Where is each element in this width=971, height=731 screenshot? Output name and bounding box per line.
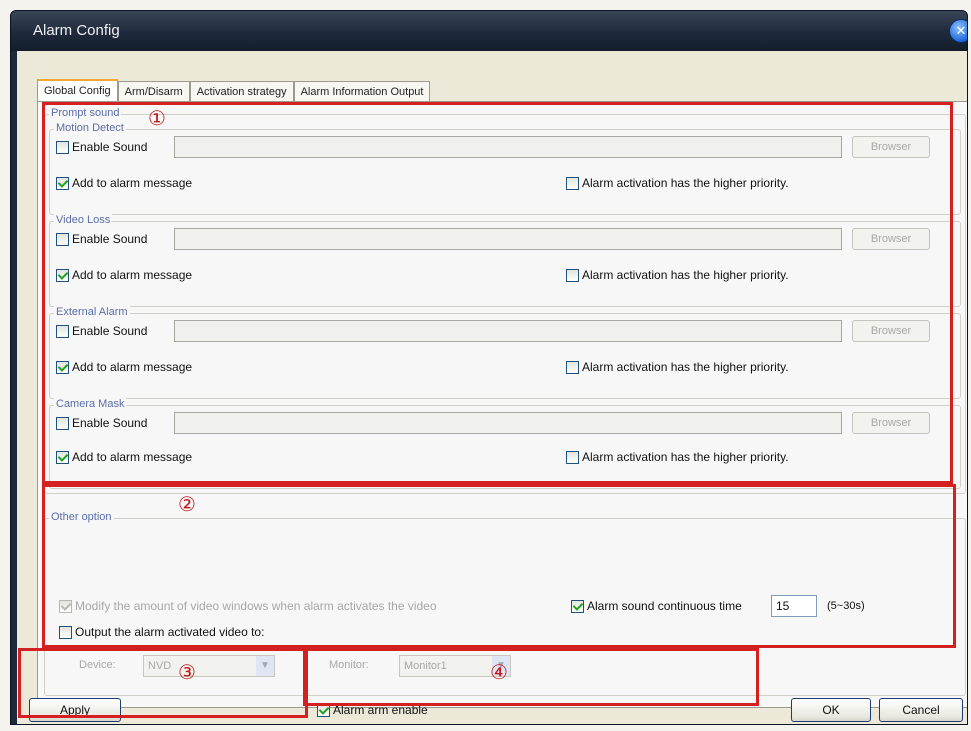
modify-video-windows-label: Modify the amount of video windows when … [75,599,437,613]
motion-enable-sound-checkbox[interactable]: Enable Sound [56,140,147,154]
checkbox-checked-icon[interactable] [56,450,69,464]
output-video-checkbox[interactable]: Output the alarm activated video to: [59,625,264,639]
motion-detect-legend: Motion Detect [54,122,126,134]
device-label: Device: [79,659,116,671]
apply-button[interactable]: Apply [29,698,121,722]
cancel-button[interactable]: Cancel [879,698,963,722]
modify-video-windows-checkbox[interactable]: Modify the amount of video windows when … [59,599,437,613]
checkbox-checked-icon[interactable] [56,176,69,190]
add-to-message-label: Add to alarm message [72,268,193,282]
window-title: Alarm Config [33,22,120,39]
enable-sound-label: Enable Sound [72,324,148,338]
motion-detect-group: Motion Detect Enable Sound Browser Add t… [49,122,961,215]
enable-sound-label: Enable Sound [72,416,148,430]
video-loss-legend: Video Loss [54,214,113,226]
alarm-sound-time-label: Alarm sound continuous time [587,599,742,613]
global-config-panel: Prompt sound Motion Detect Enable Sound … [37,101,967,708]
video-loss-group: Video Loss Enable Sound Browser Add to a… [49,214,961,307]
checkbox-icon[interactable] [566,360,579,374]
checkbox-icon[interactable] [56,232,69,246]
checkbox-icon[interactable] [56,324,69,338]
priority-label: Alarm activation has the higher priority… [582,176,789,190]
device-select[interactable]: NVD ▼ [143,655,275,677]
external-alarm-legend: External Alarm [54,306,130,318]
monitor-value: Monitor1 [404,660,447,672]
checkbox-checked-icon[interactable] [59,599,72,613]
mask-browser-button[interactable]: Browser [852,412,930,434]
prompt-sound-legend: Prompt sound [49,107,122,119]
annotation-marker-3: ③ [178,660,196,684]
tab-bar: Global Config Arm/Disarm Activation stra… [37,79,431,101]
camera-mask-group: Camera Mask Enable Sound Browser Add to … [49,398,961,489]
tab-alarm-information-output[interactable]: Alarm Information Output [293,81,431,101]
mask-enable-sound-checkbox[interactable]: Enable Sound [56,416,147,430]
checkbox-checked-icon[interactable] [571,599,584,613]
alarm-sound-time-checkbox[interactable]: Alarm sound continuous time [571,599,742,613]
tab-arm-disarm[interactable]: Arm/Disarm [117,81,190,101]
monitor-label: Monitor: [329,659,369,671]
other-option-legend: Other option [49,511,114,523]
external-priority-checkbox[interactable]: Alarm activation has the higher priority… [566,360,789,374]
checkbox-icon[interactable] [566,176,579,190]
add-to-message-label: Add to alarm message [72,176,193,190]
output-video-label: Output the alarm activated video to: [75,625,265,639]
external-browser-button[interactable]: Browser [852,320,930,342]
videoloss-priority-checkbox[interactable]: Alarm activation has the higher priority… [566,268,789,282]
mask-priority-checkbox[interactable]: Alarm activation has the higher priority… [566,450,789,464]
alarm-arm-enable-label: Alarm arm enable [333,703,428,717]
annotation-marker-1: ① [148,106,166,130]
alarm-sound-time-range: (5~30s) [827,600,865,612]
alarm-sound-time-input[interactable]: 15 [771,595,817,617]
checkbox-icon[interactable] [59,625,72,639]
tab-global-config[interactable]: Global Config [37,79,118,101]
videoloss-sound-path-input[interactable] [174,228,842,250]
videoloss-add-to-message-checkbox[interactable]: Add to alarm message [56,268,192,282]
checkbox-checked-icon[interactable] [317,703,330,717]
title-bar[interactable]: Alarm Config ✕ [11,11,967,51]
add-to-message-label: Add to alarm message [72,360,193,374]
priority-label: Alarm activation has the higher priority… [582,268,789,282]
priority-label: Alarm activation has the higher priority… [582,450,789,464]
enable-sound-label: Enable Sound [72,140,148,154]
add-to-message-label: Add to alarm message [72,450,193,464]
motion-browser-button[interactable]: Browser [852,136,930,158]
ok-button[interactable]: OK [791,698,871,722]
enable-sound-label: Enable Sound [72,232,148,246]
motion-sound-path-input[interactable] [174,136,842,158]
priority-label: Alarm activation has the higher priority… [582,360,789,374]
videoloss-browser-button[interactable]: Browser [852,228,930,250]
prompt-sound-group: Prompt sound Motion Detect Enable Sound … [44,107,966,494]
motion-add-to-message-checkbox[interactable]: Add to alarm message [56,176,192,190]
alarm-arm-enable-checkbox[interactable]: Alarm arm enable [317,703,428,717]
checkbox-checked-icon[interactable] [56,268,69,282]
external-enable-sound-checkbox[interactable]: Enable Sound [56,324,147,338]
tab-activation-strategy[interactable]: Activation strategy [189,81,294,101]
close-icon[interactable]: ✕ [949,19,967,43]
annotation-marker-4: ④ [490,660,508,684]
external-sound-path-input[interactable] [174,320,842,342]
checkbox-icon[interactable] [566,268,579,282]
videoloss-enable-sound-checkbox[interactable]: Enable Sound [56,232,147,246]
camera-mask-legend: Camera Mask [54,398,127,410]
checkbox-icon[interactable] [56,140,69,154]
device-value: NVD [148,660,172,672]
external-add-to-message-checkbox[interactable]: Add to alarm message [56,360,192,374]
chevron-down-icon[interactable]: ▼ [256,656,274,676]
mask-add-to-message-checkbox[interactable]: Add to alarm message [56,450,192,464]
checkbox-icon[interactable] [566,450,579,464]
dialog-client: Global Config Arm/Disarm Activation stra… [17,51,967,724]
mask-sound-path-input[interactable] [174,412,842,434]
motion-priority-checkbox[interactable]: Alarm activation has the higher priority… [566,176,789,190]
external-alarm-group: External Alarm Enable Sound Browser Add … [49,306,961,399]
checkbox-checked-icon[interactable] [56,360,69,374]
checkbox-icon[interactable] [56,416,69,430]
annotation-marker-2: ② [178,492,196,516]
